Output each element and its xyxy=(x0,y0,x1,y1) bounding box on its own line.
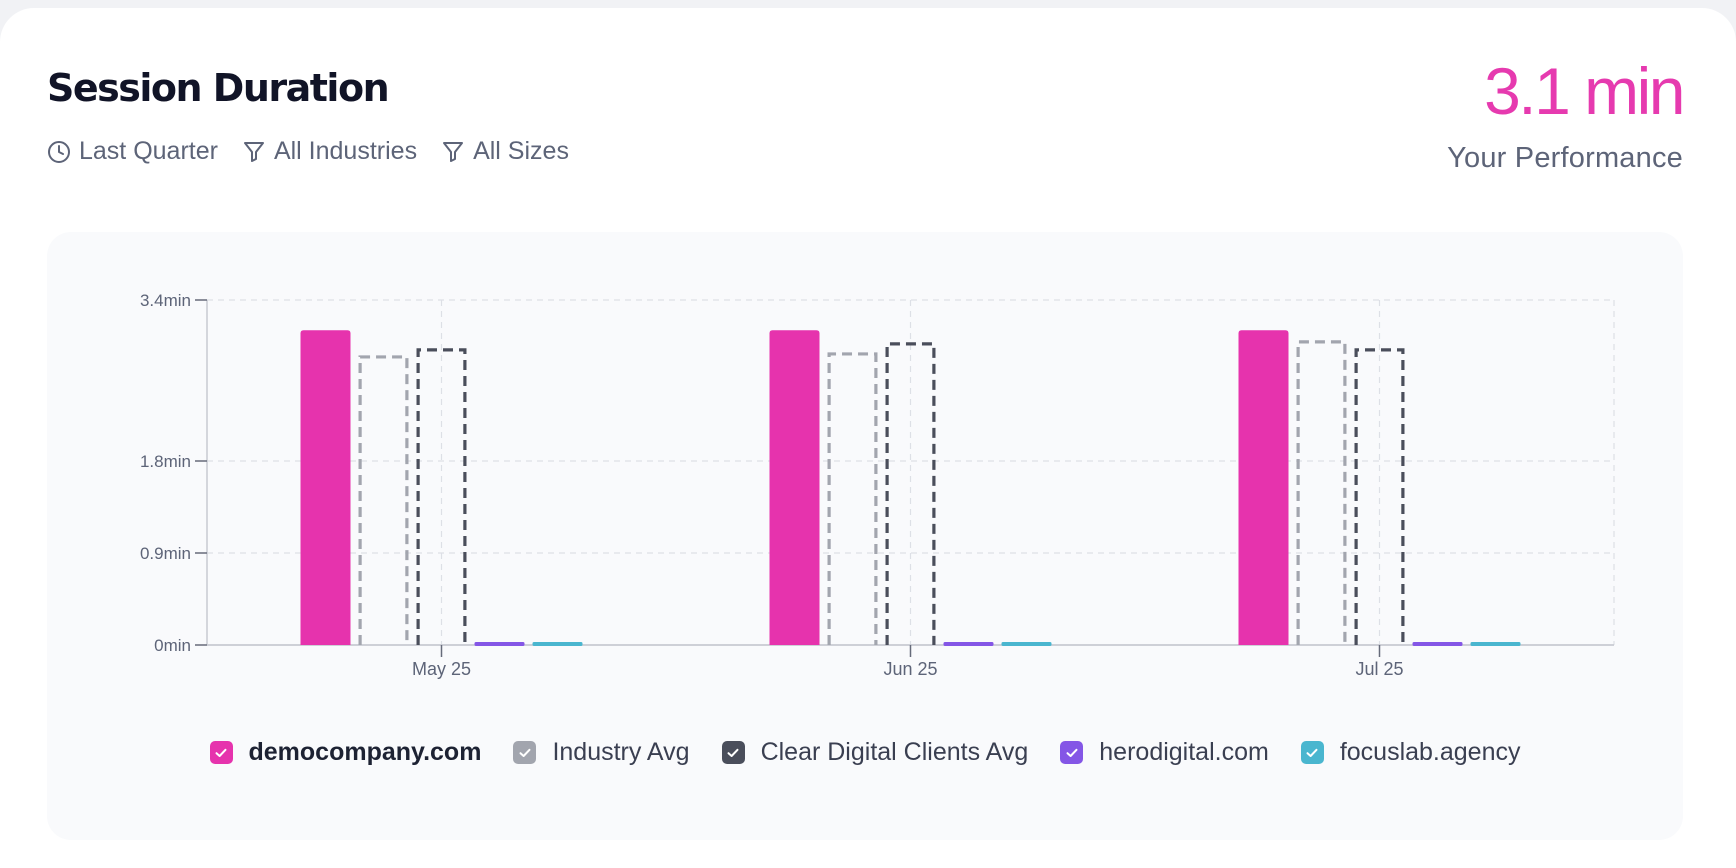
kpi-label: Your Performance xyxy=(1447,142,1683,174)
legend-label: focuslab.agency xyxy=(1339,738,1521,766)
bar-herodigital-com xyxy=(943,642,994,646)
legend-item-industry-avg[interactable]: Industry Avg xyxy=(513,738,690,767)
filter-period-label: Last Quarter xyxy=(79,137,218,165)
bar-industry-avg xyxy=(1296,340,1347,645)
checkbox-icon[interactable] xyxy=(721,741,745,764)
x-tick-label: May 25 xyxy=(412,659,471,679)
bar-herodigital-com xyxy=(1412,642,1463,646)
checkbox-icon[interactable] xyxy=(1060,741,1084,764)
chart-panel: 0min 0.9min 1.8min 3.4min May 25 Jun 25 Jul 25… xyxy=(47,232,1683,840)
y-tick-label: 0.9min xyxy=(140,544,191,563)
x-tick-label: Jul 25 xyxy=(1355,659,1403,679)
filter-icon xyxy=(443,141,464,162)
bar-chart: 0min 0.9min 1.8min 3.4min May 25 Jun 25 Jul 25 xyxy=(140,291,1615,679)
bar-focuslab-agency xyxy=(532,642,583,646)
filter-size[interactable]: All Sizes xyxy=(441,137,569,166)
x-tick-label: Jun 25 xyxy=(883,659,937,679)
bar-focuslab-agency xyxy=(1470,642,1521,646)
y-tick-label: 1.8min xyxy=(140,452,191,471)
bar-industry-avg xyxy=(827,352,878,645)
bar-focuslab-agency xyxy=(1001,642,1052,646)
chart-card: Session Duration Last Quarter All Indust… xyxy=(0,8,1736,868)
y-tick-label: 0min xyxy=(154,636,191,655)
filter-period[interactable]: Last Quarter xyxy=(47,137,218,166)
legend-item-focuslab[interactable]: focuslab.agency xyxy=(1300,738,1521,767)
bar-democompany-com xyxy=(769,330,820,645)
filter-industry-label: All Industries xyxy=(273,137,418,165)
legend-item-herodigital[interactable]: herodigital.com xyxy=(1060,738,1269,767)
bar-industry-avg xyxy=(358,355,409,645)
legend-label: Clear Digital Clients Avg xyxy=(760,738,1029,766)
checkbox-icon[interactable] xyxy=(1300,741,1324,764)
checkbox-icon[interactable] xyxy=(513,741,537,764)
legend-item-democompany[interactable]: democompany.com xyxy=(209,738,482,767)
page-title: Session Duration xyxy=(47,66,390,110)
kpi-value: 3.1 min xyxy=(1484,54,1685,128)
filter-size-label: All Sizes xyxy=(473,137,569,165)
kpi-block: 3.1 min Your Performance xyxy=(1447,54,1685,175)
legend-label: Industry Avg xyxy=(552,738,690,766)
legend-label: democompany.com xyxy=(248,738,482,766)
clock-icon xyxy=(48,140,70,163)
filter-icon xyxy=(243,141,264,162)
legend-item-clear-digital-avg[interactable]: Clear Digital Clients Avg xyxy=(721,738,1029,767)
checkbox-icon[interactable] xyxy=(209,741,233,764)
chart-legend: democompany.com Industry Avg Clear Digit… xyxy=(47,738,1683,767)
y-tick-label: 3.4min xyxy=(140,291,191,310)
filter-industry[interactable]: All Industries xyxy=(242,137,417,166)
legend-label: herodigital.com xyxy=(1099,738,1269,766)
bar-democompany-com xyxy=(300,330,351,645)
bar-herodigital-com xyxy=(474,642,525,646)
bar-democompany-com xyxy=(1238,330,1289,645)
filter-bar: Last Quarter All Industries All Sizes xyxy=(47,137,593,166)
